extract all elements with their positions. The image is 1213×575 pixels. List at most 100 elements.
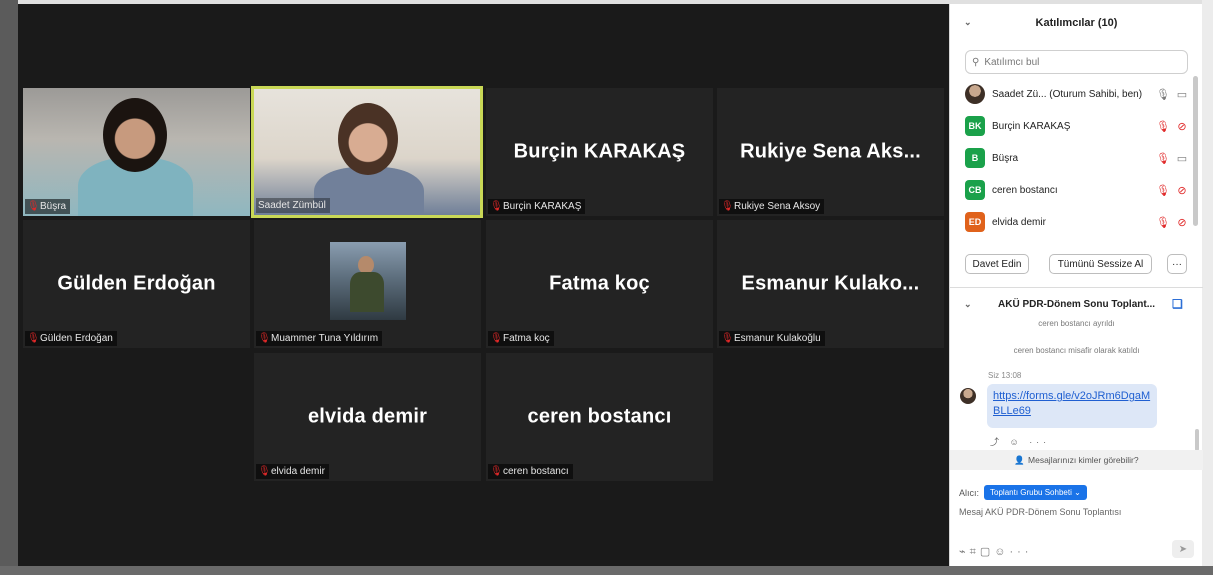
participants-title: Katılımcılar (10) (1035, 17, 1118, 29)
recipient-label: Alıcı: (959, 487, 980, 498)
collapse-chevron-icon[interactable]: ⌄ (964, 299, 972, 310)
mic-muted-icon: 🎙 (721, 201, 734, 212)
chat-scrollbar[interactable] (1195, 429, 1199, 451)
mic-muted-icon: 🎙 (27, 201, 40, 212)
system-message: ceren bostancı misafir olarak katıldı (1013, 346, 1140, 355)
participant-row[interactable]: B Büşra 🎙 ▭ (965, 146, 1190, 170)
search-icon: ⚲ (972, 56, 980, 68)
mic-muted-icon: 🎙 (490, 201, 503, 212)
tile-name-label: Saadet Zümbül (256, 198, 330, 213)
message-input[interactable]: Mesaj AKÜ PDR-Dönem Sonu Toplantısı (959, 507, 1121, 517)
video-tile-fatma[interactable]: Fatma koç 🎙 Fatma koç (486, 220, 713, 348)
message-visibility-link[interactable]: 👤 Mesajlarınızı kimler görebilir? (950, 450, 1203, 470)
participants-header: ⌄ Katılımcılar (10) (950, 4, 1203, 42)
video-camera-icon[interactable]: ▭ (1174, 88, 1190, 101)
tile-name-label: 🎙 Burçin KARAKAŞ (488, 199, 586, 214)
video-off-icon[interactable]: ⊘ (1174, 120, 1190, 133)
tile-name-label: 🎙 Gülden Erdoğan (25, 331, 117, 346)
composer-toolbar: ⌁⌗▢☺··· (959, 545, 1032, 559)
mic-muted-icon[interactable]: 🎙 (1155, 152, 1171, 165)
participant-name: ceren bostancı (992, 184, 1058, 196)
mic-muted-icon: 🎙 (27, 333, 40, 344)
video-tile-esmanur[interactable]: Esmanur Kulako... 🎙 Esmanur Kulakoğlu (717, 220, 944, 348)
mic-muted-icon: 🎙 (490, 466, 503, 477)
video-tile-ceren[interactable]: ceren bostancı 🎙 ceren bostancı (486, 353, 713, 481)
mute-all-button[interactable]: Tümünü Sessize Al (1049, 254, 1152, 274)
mic-muted-icon[interactable]: 🎙 (1155, 120, 1171, 133)
participant-display-name: ceren bostancı (527, 405, 672, 428)
system-message: ceren bostancı ayrıldı (1038, 319, 1115, 328)
video-tile-rukiye[interactable]: Rukiye Sena Aks... 🎙 Rukiye Sena Aksoy (717, 88, 944, 216)
tile-name-label: 🎙 ceren bostancı (488, 464, 573, 479)
message-meta: Siz 13:08 (988, 371, 1022, 380)
avatar (960, 388, 976, 404)
recipient-dropdown[interactable]: Toplantı Grubu Sohbeti ⌄ (984, 485, 1087, 500)
participant-name: Büşra (992, 152, 1019, 164)
participant-display-name: Fatma koç (549, 272, 650, 295)
participant-list: Saadet Zü... (Oturum Sahibi, ben) 🎙 ▭ BK… (950, 79, 1203, 244)
mic-muted-icon: 🎙 (258, 333, 271, 344)
message-link[interactable]: https://forms.gle/v2oJRm6DgaMBLLe69 (987, 384, 1157, 428)
avatar: ED (965, 212, 985, 232)
mic-muted-icon: 🎙 (258, 466, 271, 477)
profile-picture (330, 242, 406, 320)
tile-name-label: 🎙 elvida demir (256, 464, 329, 479)
participant-row[interactable]: Saadet Zü... (Oturum Sahibi, ben) 🎙 ▭ (965, 82, 1190, 106)
tile-name-label: 🎙 Esmanur Kulakoğlu (719, 331, 825, 346)
tile-name-label: 🎙 Muammer Tuna Yıldırım (256, 331, 383, 346)
video-tile-gulden[interactable]: Gülden Erdoğan 🎙 Gülden Erdoğan (23, 220, 250, 348)
participant-search-input[interactable]: ⚲ Katılımcı bul (965, 50, 1188, 74)
window-left-edge (0, 0, 18, 575)
chat-title: AKÜ PDR-Dönem Sonu Toplant... (998, 299, 1156, 310)
video-tile-muammer[interactable]: 🎙 Muammer Tuna Yıldırım (254, 220, 481, 348)
format-icon[interactable]: ⌁ (959, 546, 970, 558)
window-right-edge (1202, 0, 1213, 575)
video-off-icon[interactable]: ⊘ (1174, 216, 1190, 229)
message-reactions[interactable]: ⤴ ☺ ··· (990, 435, 1050, 448)
participant-display-name: Esmanur Kulako... (741, 272, 920, 295)
invite-button[interactable]: Davet Edin (965, 254, 1029, 274)
person-body (350, 272, 384, 312)
participant-name: elvida demir (992, 216, 1046, 228)
participant-name: Burçin KARAKAŞ (992, 120, 1071, 132)
participant-name: Saadet Zü... (Oturum Sahibi, ben) (992, 88, 1143, 100)
person-head (103, 98, 167, 172)
more-options-button[interactable]: ··· (1167, 254, 1187, 274)
people-icon: 👤 (1014, 454, 1026, 465)
person-head (338, 103, 398, 175)
participant-display-name: Gülden Erdoğan (57, 272, 216, 295)
participant-list-scrollbar[interactable] (1193, 76, 1198, 226)
search-placeholder: Katılımcı bul (984, 56, 1040, 68)
avatar: CB (965, 180, 985, 200)
side-panel: ⌄ Katılımcılar (10) ⚲ Katılımcı bul Saad… (949, 4, 1203, 566)
video-tile-saadet[interactable]: Saadet Zümbül (251, 86, 483, 218)
mic-muted-icon[interactable]: 🎙 (1155, 216, 1171, 229)
tile-name-label: 🎙 Büşra (25, 199, 71, 214)
avatar (965, 84, 985, 104)
send-button[interactable]: ➤ (1172, 540, 1194, 558)
mic-muted-icon: 🎙 (721, 333, 734, 344)
participant-row[interactable]: CB ceren bostancı 🎙 ⊘ (965, 178, 1190, 202)
participant-row[interactable]: ED elvida demir 🎙 ⊘ (965, 210, 1190, 234)
video-tile-busra[interactable]: 🎙 Büşra (23, 88, 250, 216)
file-icon[interactable]: ▢ (980, 546, 994, 558)
pop-out-chat-icon[interactable]: ❏ (1172, 297, 1183, 311)
video-camera-icon[interactable]: ▭ (1174, 152, 1190, 165)
emoji-icon[interactable]: ☺ (994, 546, 1009, 558)
tile-name-label: 🎙 Fatma koç (488, 331, 554, 346)
screenshot-icon[interactable]: ⌗ (970, 546, 980, 558)
video-off-icon[interactable]: ⊘ (1174, 184, 1190, 197)
panel-divider (950, 287, 1203, 288)
more-icon[interactable]: ··· (1009, 546, 1032, 558)
collapse-chevron-icon[interactable]: ⌄ (964, 17, 972, 28)
participant-display-name: Burçin KARAKAŞ (513, 140, 686, 163)
window-bottom-edge (0, 566, 1213, 575)
participant-row[interactable]: BK Burçin KARAKAŞ 🎙 ⊘ (965, 114, 1190, 138)
video-tile-elvida[interactable]: elvida demir 🎙 elvida demir (254, 353, 481, 481)
microphone-icon[interactable]: 🎙 (1155, 88, 1171, 101)
gallery-view: 🎙 Büşra Saadet Zümbül Burçin KARAKAŞ 🎙 Bur… (18, 4, 949, 566)
mic-muted-icon[interactable]: 🎙 (1155, 184, 1171, 197)
send-icon: ➤ (1178, 543, 1188, 555)
avatar: BK (965, 116, 985, 136)
video-tile-burcin[interactable]: Burçin KARAKAŞ 🎙 Burçin KARAKAŞ (486, 88, 713, 216)
